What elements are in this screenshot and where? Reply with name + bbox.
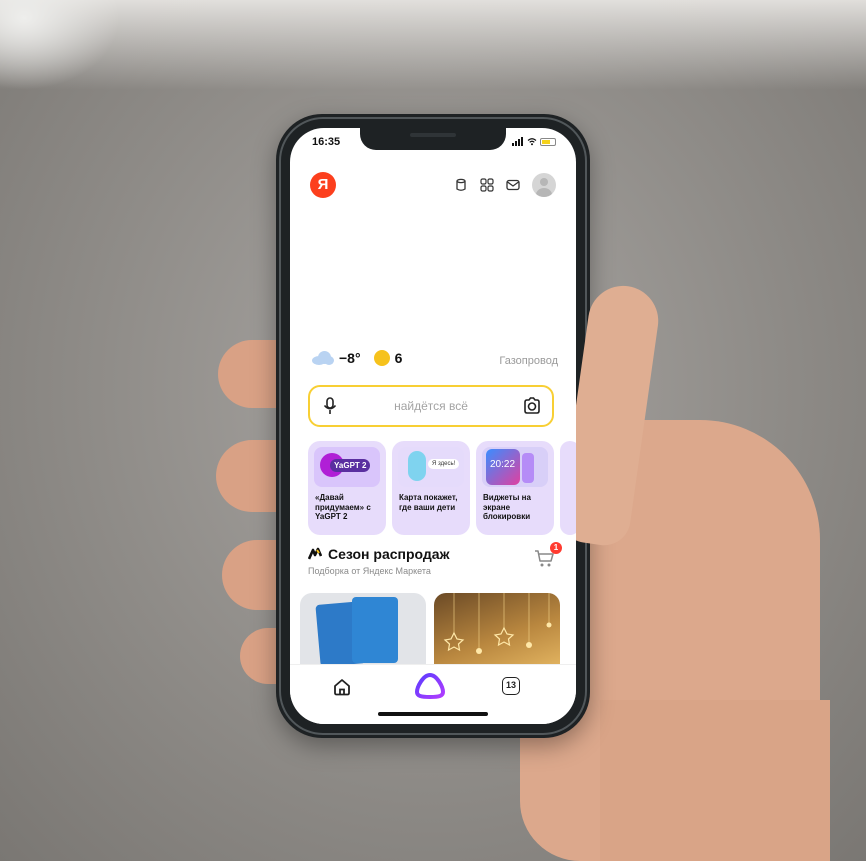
tabs-counter-icon[interactable]: 13 bbox=[502, 677, 520, 695]
background-light bbox=[0, 0, 866, 90]
search-input[interactable]: найдётся всё bbox=[310, 399, 552, 413]
promo-heading[interactable]: Сезон распродаж bbox=[308, 546, 450, 562]
story-image: YaGPT 2 bbox=[314, 447, 380, 487]
weather-widget[interactable]: −8° 6 bbox=[312, 350, 402, 366]
story-card[interactable]: YaGPT 2 «Давай придумаем» с YaGPT 2 bbox=[308, 441, 386, 535]
apps-grid-icon[interactable] bbox=[480, 178, 494, 192]
product-image bbox=[352, 597, 398, 663]
temperature: −8° bbox=[339, 350, 361, 366]
district-label[interactable]: Газопровод bbox=[499, 355, 558, 367]
story-image: 20:22 bbox=[482, 447, 548, 487]
promo-subtitle: Подборка от Яндекс Маркета bbox=[308, 566, 431, 576]
story-card[interactable]: 20:22 Виджеты на экране блокировки bbox=[476, 441, 554, 535]
product-card[interactable] bbox=[434, 593, 560, 673]
garland-image bbox=[443, 593, 552, 654]
notch bbox=[360, 128, 506, 150]
hand-wrist bbox=[600, 700, 830, 861]
home-icon[interactable] bbox=[332, 677, 352, 697]
yandex-logo[interactable]: Я bbox=[310, 172, 336, 198]
traffic-icon bbox=[373, 350, 390, 366]
home-indicator bbox=[378, 712, 488, 716]
cylinder-icon[interactable] bbox=[454, 178, 468, 192]
story-badge: 20:22 bbox=[490, 459, 516, 470]
speaker bbox=[410, 133, 456, 137]
phone-screen: 16:35 Я −8° 6 Газопровод найдётся всё Ya… bbox=[290, 128, 576, 724]
story-character bbox=[408, 451, 426, 481]
story-card[interactable]: Я здесь! Карта покажет, где ваши дети bbox=[392, 441, 470, 535]
status-icons bbox=[512, 137, 556, 146]
cloud-icon bbox=[312, 351, 334, 365]
search-bar[interactable]: найдётся всё bbox=[308, 385, 554, 427]
status-time: 16:35 bbox=[312, 136, 341, 148]
promo-title: Сезон распродаж bbox=[328, 546, 450, 562]
stories-carousel[interactable]: YaGPT 2 «Давай придумаем» с YaGPT 2 Я зд… bbox=[308, 441, 576, 535]
traffic-score: 6 bbox=[394, 350, 403, 366]
camera-search-icon[interactable] bbox=[522, 397, 542, 415]
avatar[interactable] bbox=[532, 173, 556, 197]
background-light-corner bbox=[0, 0, 120, 90]
story-caption: «Давай придумаем» с YaGPT 2 bbox=[315, 493, 371, 521]
alice-icon[interactable] bbox=[415, 673, 445, 699]
story-badge: Я здесь! bbox=[428, 459, 460, 469]
story-phone-art bbox=[522, 453, 534, 483]
story-caption: Виджеты на экране блокировки bbox=[483, 493, 531, 521]
cart-count-badge: 1 bbox=[550, 542, 562, 554]
signal-icon bbox=[512, 137, 524, 146]
wifi-icon bbox=[527, 137, 537, 146]
story-badge: YaGPT 2 bbox=[330, 459, 371, 472]
product-row bbox=[300, 593, 576, 673]
market-logo-icon bbox=[308, 547, 322, 560]
story-caption: Карта покажет, где ваши дети bbox=[399, 493, 458, 512]
story-card[interactable] bbox=[560, 441, 576, 535]
battery-icon bbox=[540, 137, 556, 146]
bottom-nav: 13 bbox=[290, 664, 576, 724]
story-image: Я здесь! bbox=[398, 447, 464, 487]
header-actions bbox=[454, 173, 556, 197]
product-card[interactable] bbox=[300, 593, 426, 673]
mail-icon[interactable] bbox=[506, 178, 520, 192]
